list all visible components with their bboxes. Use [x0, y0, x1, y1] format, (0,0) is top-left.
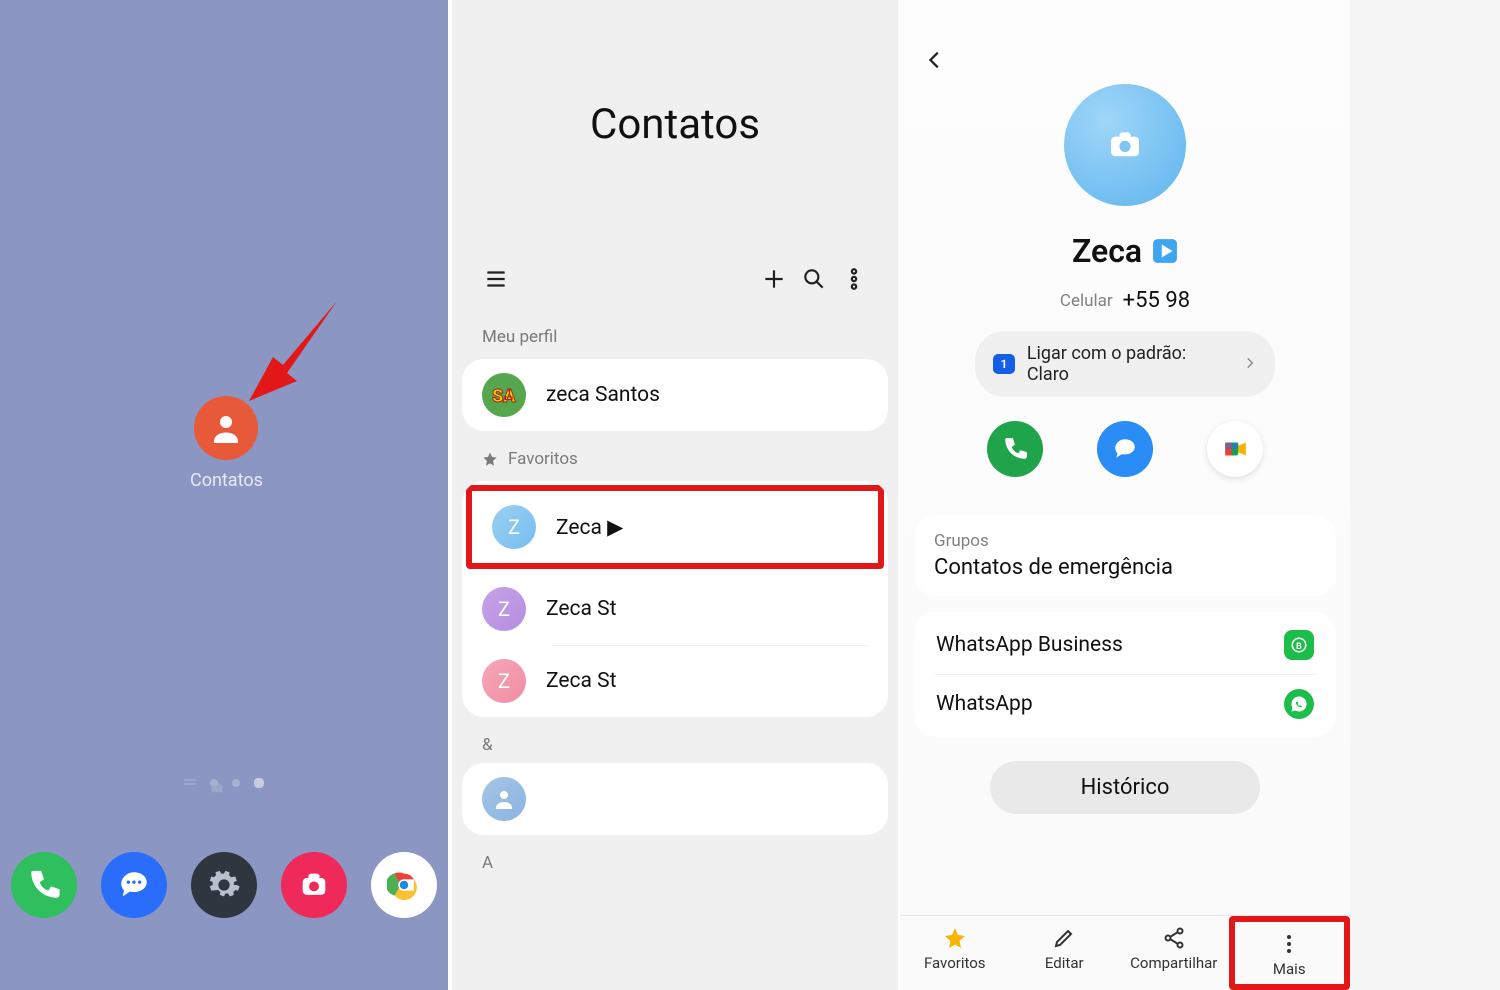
dock-chrome-icon[interactable] — [371, 852, 437, 918]
fav-section-label: Favoritos — [452, 441, 898, 477]
share-icon — [1162, 926, 1186, 950]
page-title: Contatos — [452, 0, 898, 249]
index-letter-a: A — [452, 845, 898, 877]
svg-text:SA: SA — [492, 386, 516, 407]
favorite-button[interactable]: Favoritos — [900, 916, 1010, 990]
contact-detail-screen: Zeca Celular +55 98 1 Ligar com o padrão… — [900, 0, 1350, 990]
profile-name: zeca Santos — [546, 383, 660, 407]
back-icon[interactable] — [924, 40, 964, 80]
quick-actions — [960, 421, 1290, 477]
history-button[interactable]: Histórico — [990, 761, 1260, 814]
dock-phone-icon[interactable] — [11, 852, 77, 918]
contacts-toolbar — [452, 249, 898, 319]
sim-badge: 1 — [993, 354, 1015, 374]
profile-row[interactable]: SA zeca Santos — [462, 359, 888, 431]
pencil-icon — [1052, 926, 1076, 950]
contacts-app-label: Contatos — [190, 470, 263, 491]
contact-name: Zeca ▶ — [556, 515, 623, 540]
call-button[interactable] — [987, 421, 1043, 477]
contact-phone: Celular +55 98 — [924, 288, 1326, 313]
avatar: Z — [482, 659, 526, 703]
dock — [0, 852, 448, 918]
more-vertical-icon — [1277, 932, 1301, 956]
dock-settings-icon[interactable] — [191, 852, 257, 918]
more-icon[interactable] — [834, 259, 874, 299]
edit-button[interactable]: Editar — [1010, 916, 1120, 990]
avatar: Z — [482, 587, 526, 631]
contact-row-anon[interactable] — [462, 763, 888, 835]
dock-messages-icon[interactable] — [101, 852, 167, 918]
svg-text:B: B — [1296, 642, 1302, 652]
chevron-right-icon — [1243, 354, 1257, 375]
contacts-list-screen: Contatos Meu perfil SA zeca Santos Favor… — [450, 0, 900, 990]
contact-row[interactable]: Z Zeca St — [462, 573, 888, 645]
search-icon[interactable] — [794, 259, 834, 299]
star-icon — [482, 451, 498, 467]
favorites-card: Z Zeca ▶ Z Zeca St Z Zeca St — [462, 481, 888, 717]
share-button[interactable]: Compartilhar — [1119, 916, 1229, 990]
whatsapp-row[interactable]: WhatsApp — [934, 674, 1316, 733]
profile-card: SA zeca Santos — [462, 359, 888, 431]
whatsapp-business-row[interactable]: WhatsApp Business B — [934, 616, 1316, 674]
avatar-generic-icon — [482, 777, 526, 821]
bottom-bar: Favoritos Editar Compartilhar Mais — [900, 915, 1350, 990]
contact-row[interactable]: Z Zeca St — [462, 645, 888, 717]
default-sim-pill[interactable]: 1 Ligar com o padrão: Claro — [975, 331, 1275, 397]
contact-avatar[interactable] — [1064, 84, 1186, 206]
contact-name: Zeca — [924, 232, 1326, 270]
sym-card — [462, 763, 888, 835]
add-contact-icon[interactable] — [754, 259, 794, 299]
home-screen: Contatos — [0, 0, 450, 990]
avatar-profile: SA — [482, 373, 526, 417]
avatar: Z — [492, 505, 536, 549]
video-meet-button[interactable] — [1207, 421, 1263, 477]
index-letter-symbol: & — [452, 727, 898, 759]
callout-arrow — [249, 301, 339, 405]
star-filled-icon — [943, 926, 967, 950]
dock-camera-icon[interactable] — [281, 852, 347, 918]
contact-row-zeca[interactable]: Z Zeca ▶ — [472, 491, 878, 563]
message-button[interactable] — [1097, 421, 1153, 477]
whatsapp-business-icon: B — [1284, 630, 1314, 660]
more-button[interactable]: Mais — [1229, 916, 1351, 990]
menu-icon[interactable] — [476, 259, 516, 299]
contacts-app[interactable]: Contatos — [190, 396, 263, 491]
contact-name: Zeca St — [546, 669, 616, 693]
play-badge-icon — [1152, 238, 1178, 264]
camera-icon — [1108, 131, 1142, 159]
linked-apps-card: WhatsApp Business B WhatsApp — [914, 612, 1336, 737]
profile-section-label: Meu perfil — [452, 319, 898, 355]
contacts-app-icon — [194, 396, 258, 460]
whatsapp-icon — [1284, 689, 1314, 719]
page-indicator — [0, 778, 448, 788]
contact-name: Zeca St — [546, 597, 616, 621]
groups-card[interactable]: Grupos Contatos de emergência — [914, 515, 1336, 596]
